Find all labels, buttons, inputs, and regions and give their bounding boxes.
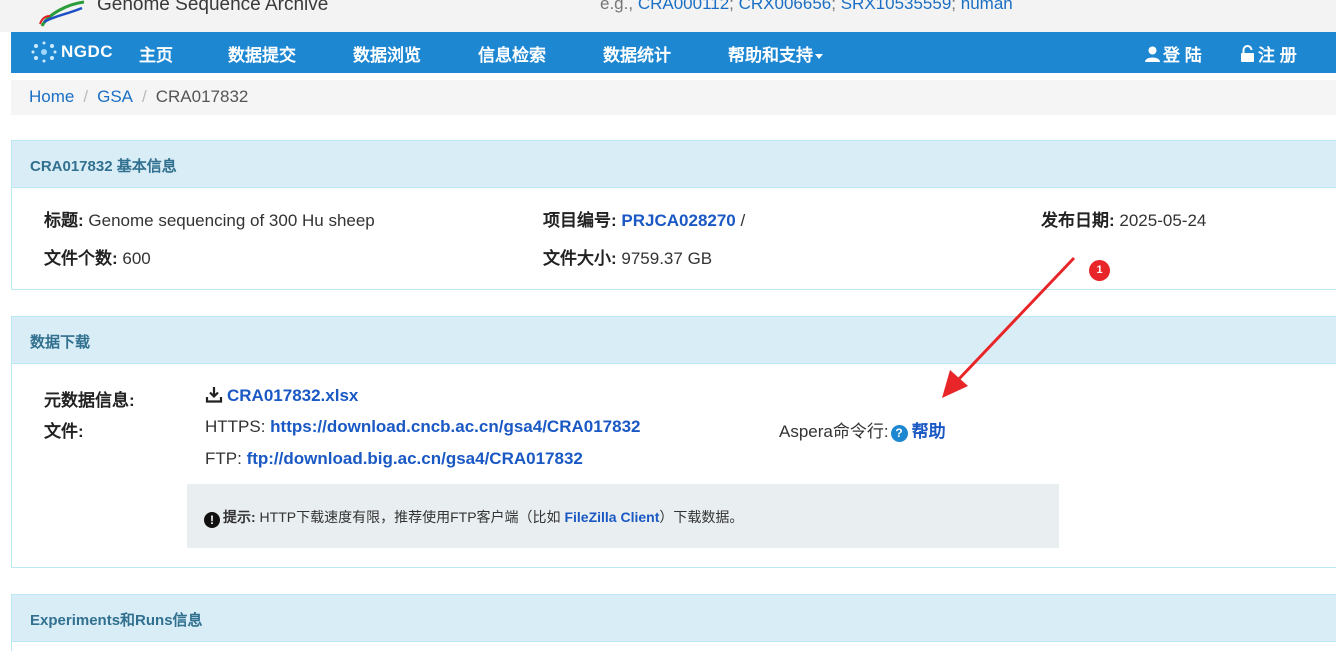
search-examples: e.g., CRA000112; CRX006656; SRX10535559;…: [600, 0, 1013, 14]
metadata-label-field: 元数据信息:: [44, 386, 135, 411]
register-label: 注 册: [1258, 46, 1297, 65]
title-value: Genome sequencing of 300 Hu sheep: [83, 211, 375, 230]
annotation-badge: 1: [1089, 260, 1110, 281]
example-link-srx[interactable]: SRX10535559: [841, 0, 952, 13]
breadcrumb-separator: /: [83, 87, 89, 106]
https-field: HTTPS: https://download.cncb.ac.cn/gsa4/…: [205, 417, 641, 437]
aspera-label: Aspera命令行:: [779, 422, 889, 441]
https-label: HTTPS:: [205, 417, 271, 436]
https-link[interactable]: https://download.cncb.ac.cn/gsa4/CRA0178…: [270, 417, 640, 436]
basic-info-panel: CRA017832 基本信息 标题: Genome sequencing of …: [11, 140, 1336, 290]
gsa-logo-icon: [39, 0, 85, 27]
tip-label: 提示:: [223, 509, 256, 525]
metadata-download[interactable]: CRA017832.xlsx: [205, 386, 358, 406]
file-size-label: 文件大小:: [543, 249, 617, 268]
breadcrumb-gsa[interactable]: GSA: [97, 87, 133, 106]
project-label: 项目编号:: [543, 211, 617, 230]
exclamation-icon: !: [204, 512, 220, 528]
ngdc-logo-icon: [31, 41, 57, 63]
filezilla-link[interactable]: FileZilla Client: [564, 509, 659, 525]
download-icon: [205, 387, 223, 403]
file-count-label: 文件个数:: [44, 249, 118, 268]
ftp-field: FTP: ftp://download.big.ac.cn/gsa4/CRA01…: [205, 449, 583, 469]
project-suffix: /: [735, 211, 746, 230]
aspera-field: Aspera命令行:? 帮助: [779, 417, 946, 442]
aspera-help-link[interactable]: 帮助: [912, 422, 946, 441]
experiments-panel: Experiments和Runs信息: [11, 594, 1336, 651]
title-field: 标题: Genome sequencing of 300 Hu sheep: [44, 206, 375, 231]
tip-text-1: HTTP下载速度有限，推荐使用FTP客户端（比如: [255, 509, 565, 525]
breadcrumb-separator: /: [142, 87, 147, 106]
project-link[interactable]: PRJCA028270: [621, 211, 735, 230]
release-date-field: 发布日期: 2025-05-24: [1041, 206, 1206, 231]
nav-browse[interactable]: 数据浏览: [353, 41, 421, 66]
register-link[interactable]: 注 册: [1240, 41, 1297, 66]
nav-home[interactable]: 主页: [139, 41, 173, 66]
example-link-crx[interactable]: CRX006656: [739, 0, 832, 13]
login-link[interactable]: 登 陆: [1145, 41, 1202, 66]
nav-brand-label: NGDC: [61, 42, 114, 61]
download-panel: 数据下载 元数据信息: CRA017832.xlsx 文件: HTTPS: ht…: [11, 316, 1336, 568]
user-icon: [1145, 46, 1160, 62]
help-icon[interactable]: ?: [890, 425, 908, 442]
project-field: 项目编号: PRJCA028270 /: [543, 206, 745, 231]
file-count-field: 文件个数: 600: [44, 244, 151, 269]
file-size-value: 9759.37 GB: [616, 249, 713, 268]
file-label: 文件:: [44, 422, 84, 441]
tip-text-2: ）下载数据。: [659, 509, 744, 525]
example-link-cra[interactable]: CRA000112: [638, 0, 729, 13]
file-size-field: 文件大小: 9759.37 GB: [543, 244, 712, 269]
nav-help-label: 帮助和支持: [728, 46, 813, 65]
nav-search[interactable]: 信息检索: [478, 41, 546, 66]
nav-statistics[interactable]: 数据统计: [603, 41, 671, 66]
title-label: 标题:: [44, 211, 84, 230]
download-tip: ! 提示: HTTP下载速度有限，推荐使用FTP客户端（比如 FileZilla …: [187, 484, 1059, 548]
metadata-label: 元数据信息:: [44, 391, 135, 410]
metadata-file-link[interactable]: CRA017832.xlsx: [227, 386, 358, 405]
search-examples-prefix: e.g.,: [600, 0, 638, 13]
main-navbar: NGDC 主页 数据提交 数据浏览 信息检索 数据统计 帮助和支持 登 陆 注 …: [11, 32, 1336, 73]
nav-help-dropdown[interactable]: 帮助和支持: [728, 41, 823, 66]
breadcrumb-home[interactable]: Home: [29, 87, 74, 106]
nav-submit[interactable]: 数据提交: [228, 41, 296, 66]
site-title: Genome Sequence Archive: [97, 0, 329, 15]
lock-icon: [1241, 45, 1254, 62]
chevron-down-icon: [815, 54, 823, 60]
basic-info-heading: CRA017832 基本信息: [12, 141, 1336, 188]
site-header: Genome Sequence Archive e.g., CRA000112;…: [0, 0, 1336, 32]
file-count-value: 600: [117, 249, 151, 268]
experiments-heading: Experiments和Runs信息: [12, 595, 1336, 642]
ftp-link[interactable]: ftp://download.big.ac.cn/gsa4/CRA017832: [247, 449, 583, 468]
nav-brand[interactable]: NGDC: [29, 40, 113, 64]
breadcrumb-current: CRA017832: [155, 87, 249, 106]
breadcrumb: Home / GSA / CRA017832: [11, 80, 1336, 115]
login-label: 登 陆: [1163, 46, 1202, 65]
download-heading: 数据下载: [12, 317, 1336, 364]
example-link-human[interactable]: human: [961, 0, 1013, 13]
release-date-label: 发布日期:: [1041, 211, 1115, 230]
ftp-label: FTP:: [205, 449, 247, 468]
release-date-value: 2025-05-24: [1114, 211, 1207, 230]
file-label-field: 文件:: [44, 417, 84, 442]
